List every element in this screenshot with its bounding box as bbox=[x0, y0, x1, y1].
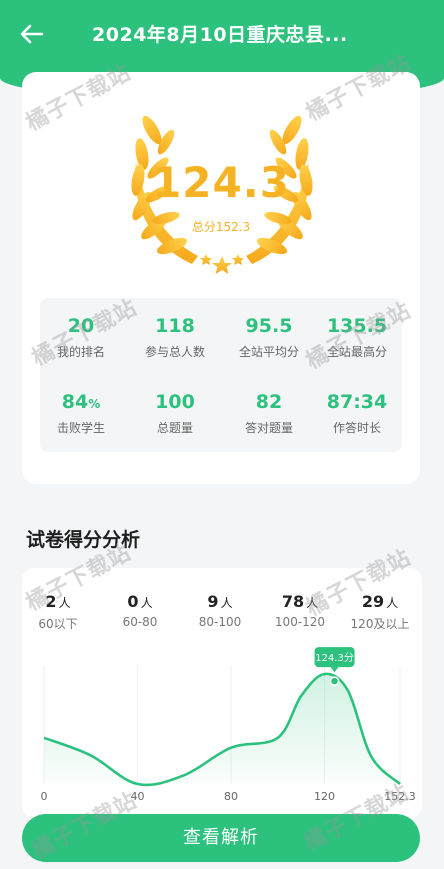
stats-panel: 20 我的排名 118 参与总人数 95.5 全站平均分 135.5 全站最高分… bbox=[40, 298, 402, 452]
x-tick-label: 80 bbox=[224, 790, 238, 803]
score-distribution-chart: 0 40 80 120 152.3 124.3分 bbox=[41, 647, 416, 803]
stat-average: 95.5 全站平均分 bbox=[224, 315, 314, 360]
stat-duration: 87:34 作答时长 bbox=[312, 391, 402, 436]
x-tick-label: 120 bbox=[314, 790, 335, 803]
stat-value: 135.5 bbox=[326, 315, 388, 337]
header: 2024年8月10日重庆忠县... bbox=[0, 0, 444, 66]
x-tick-label: 40 bbox=[130, 790, 144, 803]
stat-label: 答对题量 bbox=[244, 421, 293, 435]
back-arrow-icon[interactable] bbox=[18, 20, 46, 48]
stat-label: 参与总人数 bbox=[144, 345, 205, 359]
stat-value: 20 bbox=[67, 315, 95, 337]
stat-value: 84% bbox=[36, 391, 126, 415]
stat-label: 击败学生 bbox=[56, 421, 105, 435]
stat-value: 82 bbox=[255, 391, 283, 413]
analysis-title: 试卷得分分析 bbox=[26, 529, 141, 551]
stat-unit: % bbox=[88, 397, 101, 411]
total-score-label: 总分152.3 bbox=[191, 220, 251, 234]
score-value: 124.3 bbox=[152, 158, 290, 207]
stat-number: 84 bbox=[61, 391, 89, 413]
stat-label: 全站最高分 bbox=[326, 345, 387, 359]
stat-participants: 118 参与总人数 bbox=[130, 315, 220, 360]
score-marker-label: 124.3分 bbox=[315, 652, 354, 664]
stat-value: 95.5 bbox=[245, 315, 293, 337]
stat-rank: 20 我的排名 bbox=[36, 315, 126, 360]
stat-value: 87:34 bbox=[326, 391, 388, 413]
stat-value: 118 bbox=[155, 315, 195, 337]
stat-total-questions: 100 总题量 bbox=[130, 391, 220, 436]
page-title: 2024年8月10日重庆忠县... bbox=[92, 24, 348, 46]
x-tick-label: 152.3 bbox=[384, 790, 416, 803]
stat-highest: 135.5 全站最高分 bbox=[312, 315, 402, 360]
stat-label: 全站平均分 bbox=[238, 345, 299, 359]
stat-value: 100 bbox=[155, 391, 195, 413]
x-tick-label: 0 bbox=[41, 790, 48, 803]
stat-correct: 82 答对题量 bbox=[224, 391, 314, 436]
score-distribution-card: 2人 60以下 0人 60-80 9人 80-100 78 人 100-120 2… bbox=[22, 568, 422, 818]
score-marker-pointer bbox=[330, 667, 339, 673]
stat-label: 总题量 bbox=[156, 421, 193, 435]
stat-label: 我的排名 bbox=[56, 345, 105, 359]
stat-label: 作答时长 bbox=[332, 421, 381, 435]
stat-beat: 84% 击败学生 bbox=[36, 391, 126, 436]
view-analysis-button[interactable]: 查看解析 bbox=[22, 814, 420, 862]
score-card: 124.3 总分152.3 20 我的排名 118 参与总人数 95.5 全站平… bbox=[22, 72, 420, 484]
score-marker-dot bbox=[329, 676, 340, 686]
